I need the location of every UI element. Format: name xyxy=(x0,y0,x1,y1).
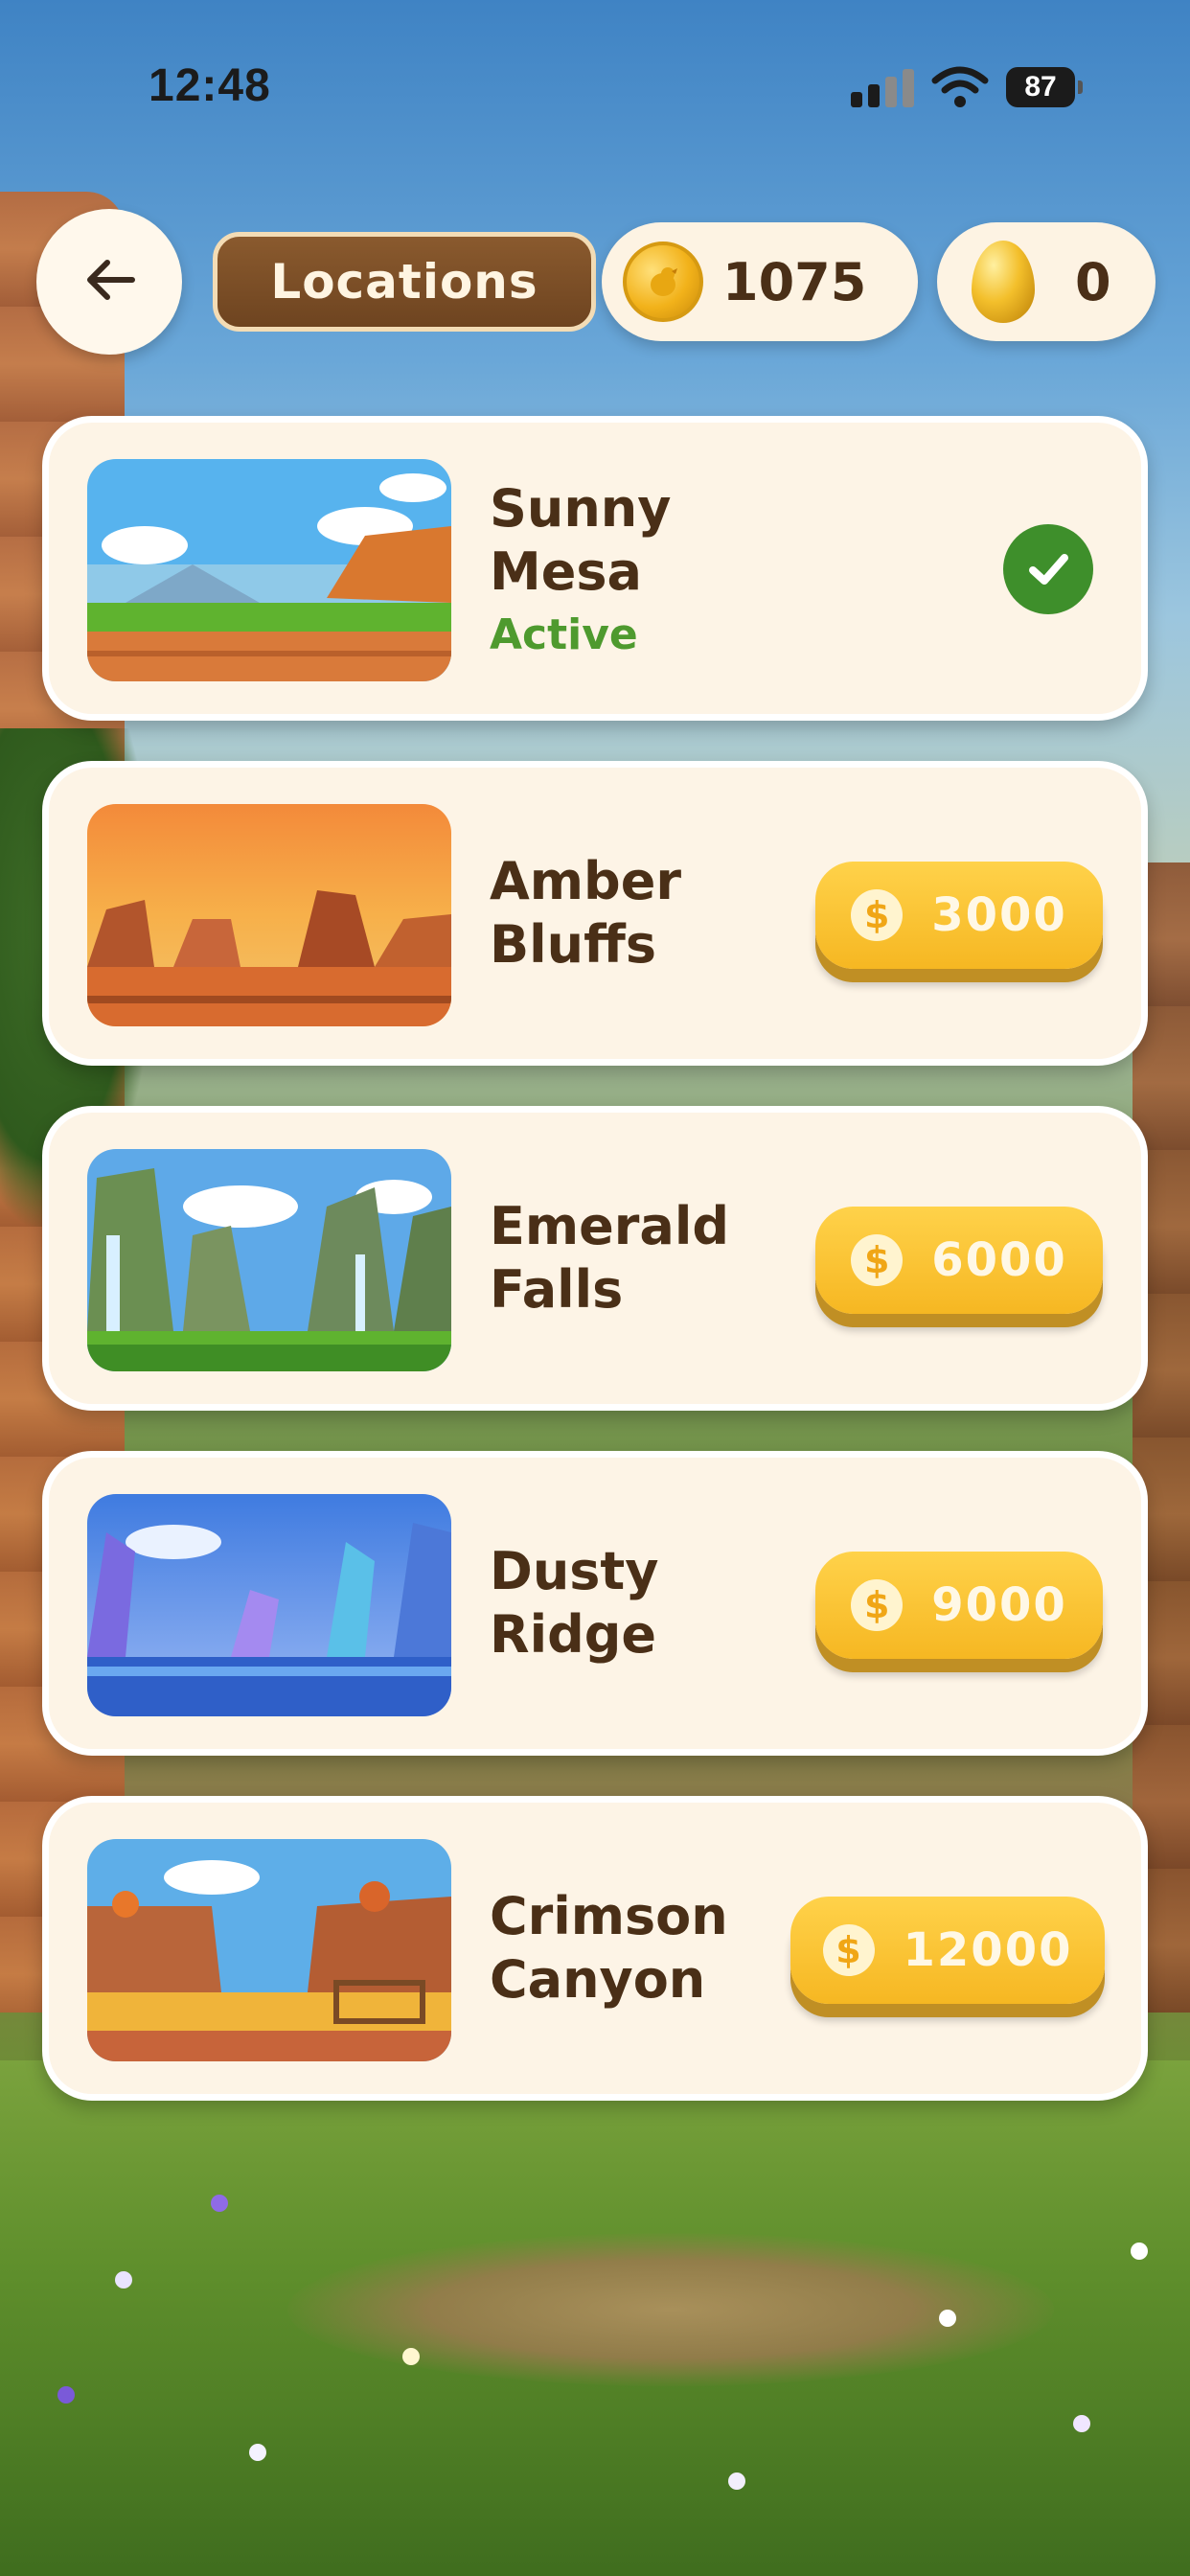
status-bar: 12:48 87 xyxy=(0,0,1190,172)
location-card-sunny-mesa[interactable]: Sunny Mesa Active xyxy=(42,416,1148,721)
egg-balance: 0 xyxy=(937,222,1156,341)
arrow-left-icon xyxy=(82,257,136,307)
status-badge: Active xyxy=(490,610,638,659)
location-name: Sunny Mesa Active xyxy=(490,423,815,714)
buy-button[interactable]: $ 9000 xyxy=(815,1552,1103,1659)
location-card-crimson-canyon[interactable]: Crimson Canyon $ 12000 xyxy=(42,1796,1148,2101)
back-button[interactable] xyxy=(36,209,182,355)
location-thumbnail xyxy=(87,804,451,1026)
clock: 12:48 xyxy=(149,60,271,111)
check-icon xyxy=(1003,524,1093,614)
location-thumbnail xyxy=(87,459,451,681)
cellular-signal-icon xyxy=(851,69,918,107)
buy-button[interactable]: $ 6000 xyxy=(815,1207,1103,1314)
battery-indicator: 87 xyxy=(1006,67,1083,107)
dollar-icon: $ xyxy=(851,1579,904,1631)
location-card-amber-bluffs[interactable]: Amber Bluffs $ 3000 xyxy=(42,761,1148,1066)
location-name: Amber Bluffs xyxy=(490,768,815,1059)
price: 6000 xyxy=(931,1233,1067,1287)
location-thumbnail xyxy=(87,1839,451,2061)
location-name: Dusty Ridge xyxy=(490,1458,815,1749)
wifi-icon xyxy=(931,63,989,111)
dollar-icon: $ xyxy=(851,889,904,941)
buy-button[interactable]: $ 3000 xyxy=(815,862,1103,969)
location-name-line1: Crimson xyxy=(490,1886,728,1946)
location-card-dusty-ridge[interactable]: Dusty Ridge $ 9000 xyxy=(42,1451,1148,1756)
coin-icon xyxy=(623,242,703,322)
buy-button[interactable]: $ 12000 xyxy=(790,1897,1105,2004)
dollar-icon: $ xyxy=(851,1234,904,1286)
price: 12000 xyxy=(903,1923,1073,1977)
location-thumbnail xyxy=(87,1494,451,1716)
location-thumbnail xyxy=(87,1149,451,1371)
flowers xyxy=(0,2078,1190,2576)
egg-count: 0 xyxy=(1075,251,1111,312)
price: 3000 xyxy=(931,888,1067,942)
location-name-line1: Amber xyxy=(490,851,681,911)
location-name-line2: Ridge xyxy=(490,1604,657,1665)
location-name: Crimson Canyon xyxy=(490,1803,815,2094)
location-name-line2: Bluffs xyxy=(490,914,656,975)
location-name-line2: Falls xyxy=(490,1259,624,1320)
page-title: Locations xyxy=(213,232,596,332)
golden-egg-icon xyxy=(972,241,1035,323)
location-name: Emerald Falls xyxy=(490,1113,815,1404)
coin-count: 1075 xyxy=(722,251,867,312)
location-name-line1: Emerald xyxy=(490,1196,730,1256)
dollar-icon: $ xyxy=(822,1924,875,1976)
location-name-line1: Dusty xyxy=(490,1541,659,1601)
location-name-line1: Sunny Mesa xyxy=(490,478,672,602)
coin-balance: 1075 xyxy=(602,222,918,341)
location-card-emerald-falls[interactable]: Emerald Falls $ 6000 xyxy=(42,1106,1148,1411)
location-name-line2: Canyon xyxy=(490,1949,706,2010)
price: 9000 xyxy=(931,1578,1067,1632)
